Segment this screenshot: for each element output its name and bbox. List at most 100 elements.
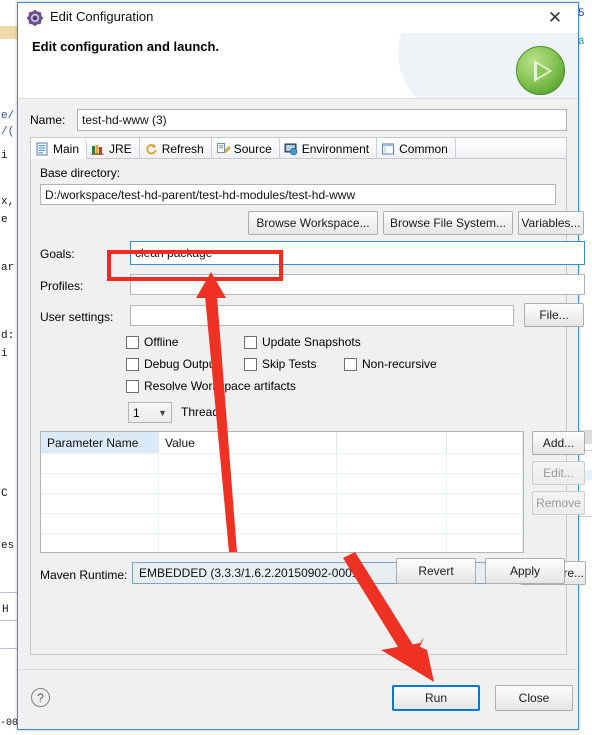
remove-button: Remove (532, 491, 585, 515)
bg-fragment: i (1, 150, 8, 162)
checkbox-box[interactable] (344, 357, 357, 371)
column-header-value[interactable]: Value (159, 432, 337, 453)
revert-button[interactable]: Revert (396, 558, 476, 584)
bg-fragment: i (1, 348, 8, 360)
tab-label: JRE (109, 141, 132, 156)
header-title: Edit configuration and launch. (32, 39, 220, 54)
goals-input[interactable] (130, 241, 585, 265)
dialog-title: Edit Configuration (50, 9, 154, 24)
threads-value: 1 (133, 405, 140, 420)
bg-fragment: x, (1, 196, 15, 208)
dialog-titlebar: Edit Configuration ✕ (18, 3, 578, 33)
tab-label: Main (53, 141, 80, 156)
profiles-input[interactable] (130, 274, 585, 295)
parameter-table[interactable]: Parameter Name Value (40, 431, 524, 553)
threads-dropdown[interactable]: 1 ▼ (128, 402, 172, 423)
tab-common[interactable]: Common (377, 138, 456, 159)
maven-runtime-value: EMBEDDED (3.3.3/1.6.2.20150902-0001) (139, 566, 363, 580)
table-row[interactable] (41, 533, 523, 552)
checkbox-non-recursive[interactable]: Non-recursive (344, 357, 437, 371)
goals-label: Goals: (40, 247, 75, 261)
tab-jre[interactable]: JRE (87, 138, 140, 159)
checkbox-debug-output[interactable]: Debug Output (126, 357, 219, 371)
source-pencil-icon (216, 142, 231, 156)
jre-books-icon (91, 142, 105, 156)
checkbox-box[interactable] (244, 357, 257, 371)
bg-fragment: /( (1, 126, 15, 138)
green-run-ball-icon (516, 46, 565, 95)
checkbox-box[interactable] (126, 379, 139, 393)
user-settings-label: User settings: (40, 310, 114, 324)
bg-fragment: e (1, 214, 8, 226)
bg-fragment: e/ (1, 110, 15, 122)
checkbox-skip-tests[interactable]: Skip Tests (244, 357, 316, 371)
environment-monitor-icon (284, 142, 298, 156)
profiles-label: Profiles: (40, 279, 84, 293)
bg-fragment: d: (1, 330, 15, 342)
tab-main[interactable]: Main (31, 138, 88, 159)
dialog-header: Edit configuration and launch. (18, 33, 578, 99)
edit-configuration-dialog: Edit Configuration ✕ Edit configuration … (17, 2, 586, 730)
tab-refresh[interactable]: Refresh (140, 138, 212, 159)
table-row[interactable] (41, 513, 523, 533)
checkbox-box[interactable] (126, 357, 139, 371)
checkbox-offline[interactable]: Offline (126, 335, 178, 349)
bg-fragment: C (1, 488, 8, 500)
refresh-icon (144, 142, 158, 156)
tab-label: Environment (301, 141, 370, 156)
bg-fragment: 5 ( (578, 8, 592, 20)
checkbox-label: Skip Tests (262, 357, 317, 371)
tab-label: Refresh (161, 141, 204, 156)
document-icon (35, 142, 49, 156)
tab-strip: Main JRE Refresh Source Environment Comm… (31, 138, 566, 159)
maven-runtime-label: Maven Runtime: (40, 568, 128, 582)
base-directory-label: Base directory: (40, 166, 121, 180)
tab-source[interactable]: Source (212, 138, 280, 159)
close-icon[interactable]: ✕ (538, 5, 572, 31)
help-icon[interactable]: ? (31, 688, 50, 707)
checkbox-label: Update Snapshots (262, 335, 361, 349)
background-right-strip: 5 ( a C (578, 0, 592, 735)
add-button[interactable]: Add... (532, 431, 585, 455)
table-row[interactable] (41, 493, 523, 513)
tab-label: Common (399, 141, 448, 156)
bg-fragment: es (1, 540, 15, 552)
dialog-footer: ? Run Close (18, 669, 578, 729)
apply-button[interactable]: Apply (485, 558, 565, 584)
table-row[interactable] (41, 453, 523, 473)
tab-environment[interactable]: Environment (280, 138, 378, 159)
name-label: Name: (30, 113, 66, 127)
dialog-body: Name: test-hd-www (3) Main JRE Refresh S… (18, 99, 586, 669)
table-row[interactable] (41, 473, 523, 493)
browse-workspace-button[interactable]: Browse Workspace... (248, 211, 378, 235)
edit-button: Edit... (532, 461, 585, 485)
checkbox-update-snapshots[interactable]: Update Snapshots (244, 335, 361, 349)
gear-icon (27, 10, 43, 26)
bg-fragment: ar (1, 262, 15, 274)
tab-label: Source (233, 141, 272, 156)
checkbox-label: Resolve Workspace artifacts (144, 379, 296, 393)
close-button[interactable]: Close (495, 685, 573, 711)
checkbox-label: Offline (144, 335, 179, 349)
base-directory-input[interactable] (40, 184, 556, 205)
column-header-parameter-name[interactable]: Parameter Name (41, 432, 159, 453)
chevron-down-icon: ▼ (158, 407, 167, 418)
name-row: Name: (30, 109, 567, 131)
checkbox-resolve-workspace-artifacts[interactable]: Resolve Workspace artifacts (126, 379, 296, 393)
column-header-4[interactable] (447, 432, 523, 453)
checkbox-label: Debug Output (144, 357, 219, 371)
browse-file-system-button[interactable]: Browse File System... (383, 211, 513, 235)
screen: e/ /( i x, e ar d: i C es H -00 5 ( a C (0, 0, 592, 735)
checkbox-box[interactable] (126, 335, 139, 349)
name-input[interactable] (77, 109, 567, 131)
table-header-row: Parameter Name Value (41, 432, 523, 453)
column-header-3[interactable] (337, 432, 447, 453)
checkbox-box[interactable] (244, 335, 257, 349)
common-window-icon (381, 142, 395, 156)
variables-button[interactable]: Variables... (518, 211, 584, 235)
threads-label: Threads (181, 405, 226, 419)
file-button[interactable]: File... (524, 303, 584, 327)
checkbox-label: Non-recursive (362, 357, 437, 371)
user-settings-input[interactable] (130, 305, 514, 326)
run-button[interactable]: Run (392, 685, 480, 711)
